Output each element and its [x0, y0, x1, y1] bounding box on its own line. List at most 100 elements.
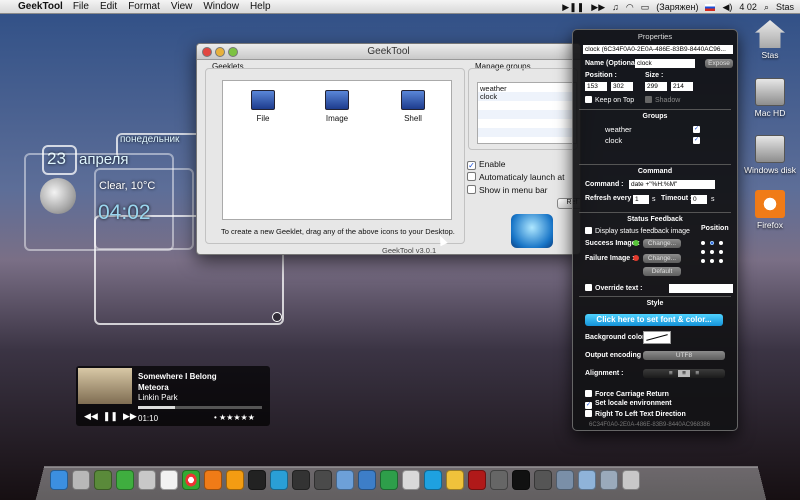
position-top-right[interactable]: [719, 241, 723, 245]
picasa-icon[interactable]: [446, 470, 464, 490]
textedit-icon[interactable]: [402, 470, 420, 490]
group-weather-checkbox[interactable]: ✓: [693, 126, 700, 133]
desktop-icon-mac-hd[interactable]: Mac HD: [740, 78, 800, 118]
garageband-icon[interactable]: [292, 470, 310, 490]
activity-monitor-icon[interactable]: [534, 470, 552, 490]
battery-status[interactable]: (Заряжен): [656, 2, 698, 12]
desktop-icon-home[interactable]: Stas: [740, 20, 800, 60]
set-font-color-button[interactable]: Click here to set font & color...: [585, 314, 723, 326]
battery-icon[interactable]: ▭: [641, 2, 650, 13]
geektool-dock-icon[interactable]: [556, 470, 574, 490]
user-menu[interactable]: Stas: [776, 2, 794, 12]
photo-icon[interactable]: [94, 470, 112, 490]
wifi-icon[interactable]: ◠: [626, 2, 634, 13]
force-cr-checkbox[interactable]: Force Carriage Return: [585, 390, 669, 398]
position-middle-right[interactable]: [719, 250, 723, 254]
align-left-icon[interactable]: ≡: [669, 370, 673, 377]
expose-button[interactable]: Expose: [705, 59, 733, 68]
background-color-well[interactable]: [643, 331, 671, 344]
track-progress-bar[interactable]: [138, 406, 262, 409]
next-track-icon[interactable]: ▶▶: [591, 2, 605, 13]
next-track-icon[interactable]: ▶▶: [123, 411, 137, 421]
geeklet-resize-handle-icon[interactable]: [272, 312, 282, 322]
preview-icon[interactable]: [138, 470, 156, 490]
menu-file[interactable]: File: [73, 1, 89, 12]
name-field[interactable]: clock: [635, 59, 695, 68]
success-change-button[interactable]: Change...: [643, 239, 681, 248]
spotlight-icon[interactable]: ⌕: [764, 2, 769, 13]
minimize-icon[interactable]: [215, 47, 225, 57]
override-text-field[interactable]: [669, 284, 733, 293]
rating-stars[interactable]: • ★★★★★: [214, 413, 255, 422]
geeklet-selector[interactable]: clock (6C34F0A0-2E0A-486E-83B9-8440AC96.…: [583, 45, 733, 54]
calendar-icon[interactable]: [160, 470, 178, 490]
zoom-icon[interactable]: [228, 47, 238, 57]
window-titlebar[interactable]: GeekTool: [197, 44, 580, 60]
desktop-icon-firefox[interactable]: Firefox: [740, 190, 800, 230]
trash-icon[interactable]: [622, 470, 640, 490]
firefox-icon[interactable]: [204, 470, 222, 490]
align-right-icon[interactable]: ≡: [695, 370, 699, 377]
override-text-checkbox[interactable]: Override text :: [585, 284, 642, 292]
display-status-checkbox[interactable]: Display status feedback image: [585, 227, 690, 235]
width-field[interactable]: 299: [645, 82, 667, 91]
enable-checkbox[interactable]: ✓ Enable: [467, 159, 505, 170]
position-x-field[interactable]: 153: [585, 82, 607, 91]
finder-icon[interactable]: [50, 470, 68, 490]
refresh-field[interactable]: 1: [633, 195, 649, 204]
failure-change-button[interactable]: Change...: [643, 254, 681, 263]
menu-help[interactable]: Help: [250, 1, 271, 12]
xcode-icon[interactable]: [336, 470, 354, 490]
menu-view[interactable]: View: [171, 1, 193, 12]
desktop-icon-windows-disk[interactable]: Windows disk: [740, 135, 800, 175]
itunes-icon[interactable]: [270, 470, 288, 490]
output-encoding-select[interactable]: UTF8: [643, 351, 725, 360]
default-button[interactable]: Default: [643, 267, 681, 276]
music-note-icon[interactable]: ♫: [612, 2, 619, 12]
menu-edit[interactable]: Edit: [100, 1, 117, 12]
timeout-field[interactable]: 0: [691, 195, 707, 204]
image-geeklet[interactable]: Image: [312, 90, 362, 123]
acrobat-icon[interactable]: [468, 470, 486, 490]
file-geeklet[interactable]: File: [238, 90, 288, 123]
group-row-clock[interactable]: clock: [478, 92, 576, 101]
vlc-icon[interactable]: [226, 470, 244, 490]
position-top-center[interactable]: [710, 241, 714, 245]
set-locale-checkbox[interactable]: ✓ Set locale environment: [585, 400, 672, 409]
previous-track-icon[interactable]: ◀◀: [84, 411, 98, 421]
position-y-field[interactable]: 302: [611, 82, 633, 91]
menu-clock[interactable]: 4 02: [739, 2, 757, 12]
align-center-icon[interactable]: ≡: [678, 370, 690, 377]
skype-icon[interactable]: [424, 470, 442, 490]
position-middle-left[interactable]: [701, 250, 705, 254]
close-icon[interactable]: [202, 47, 212, 57]
menubar-checkbox[interactable]: Show in menu bar: [467, 185, 548, 195]
group-clock-checkbox[interactable]: ✓: [693, 137, 700, 144]
system-preferences-icon[interactable]: [490, 470, 508, 490]
word-icon[interactable]: [358, 470, 376, 490]
shadow-checkbox[interactable]: Shadow: [645, 96, 680, 104]
keep-on-top-checkbox[interactable]: Keep on Top: [585, 96, 634, 104]
input-source-flag-icon[interactable]: [705, 3, 716, 11]
downloads-folder-icon[interactable]: [578, 470, 596, 490]
pause-icon[interactable]: ❚❚: [103, 411, 118, 421]
command-field[interactable]: date +"%H:%M": [629, 180, 715, 189]
group-row-weather[interactable]: weather: [478, 83, 576, 93]
menu-window[interactable]: Window: [203, 1, 239, 12]
position-bottom-center[interactable]: [710, 259, 714, 263]
position-bottom-right[interactable]: [719, 259, 723, 263]
autolaunch-checkbox[interactable]: Automaticaly launch at: [467, 172, 565, 182]
excel-icon[interactable]: [380, 470, 398, 490]
rtl-checkbox[interactable]: Right To Left Text Direction: [585, 410, 686, 418]
utorrent-icon[interactable]: [116, 470, 134, 490]
terminal-icon[interactable]: [512, 470, 530, 490]
volume-icon[interactable]: ◀): [722, 2, 732, 13]
shell-geeklet[interactable]: Shell: [388, 90, 438, 123]
position-top-left[interactable]: [701, 241, 705, 245]
alignment-segmented-control[interactable]: ≡ ≡ ≡: [643, 369, 725, 378]
position-middle-center[interactable]: [710, 250, 714, 254]
app-menu[interactable]: GeekTool: [18, 1, 63, 12]
dashboard-icon[interactable]: [72, 470, 90, 490]
menu-format[interactable]: Format: [128, 1, 160, 12]
play-pause-icon[interactable]: ▶❚❚: [562, 2, 584, 13]
